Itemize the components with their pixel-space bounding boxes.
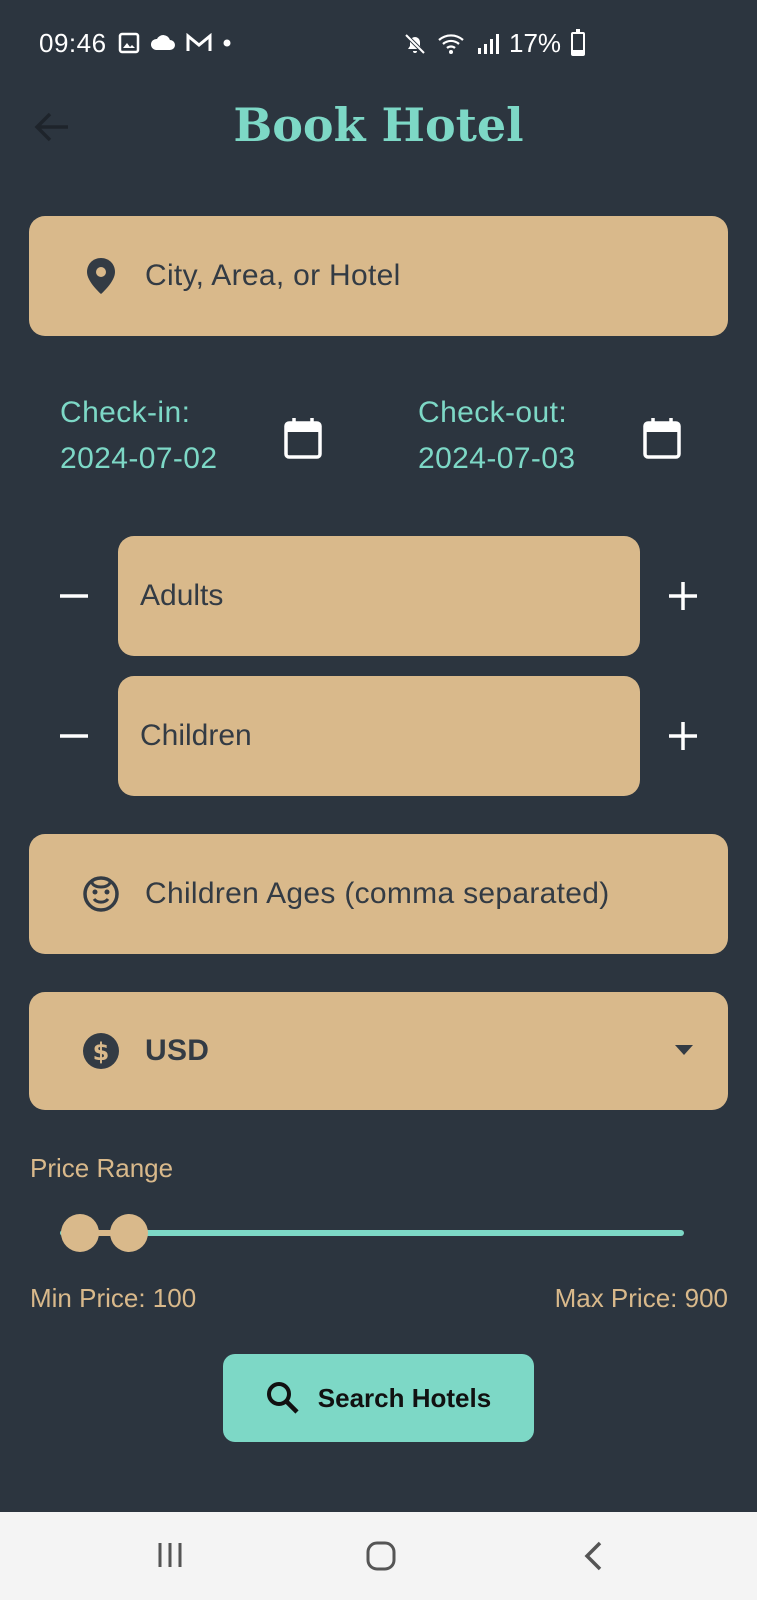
- system-nav-bar: [0, 1512, 757, 1600]
- price-slider-min-thumb[interactable]: [61, 1214, 99, 1252]
- dollar-circle-icon: $: [81, 1031, 121, 1071]
- children-ages-input[interactable]: Children Ages (comma separated): [29, 834, 728, 954]
- status-time: 09:46: [39, 28, 107, 58]
- gmail-icon: [186, 33, 212, 51]
- checkin-value: 2024-07-02: [60, 442, 218, 475]
- max-price-label: Max Price: 900: [554, 1283, 728, 1313]
- status-bar: 09:46 17%: [0, 0, 757, 92]
- price-slider-track: [60, 1230, 684, 1236]
- currency-select[interactable]: $ USD: [29, 992, 728, 1110]
- minus-icon[interactable]: [54, 716, 94, 756]
- checkout-value: 2024-07-03: [418, 442, 576, 475]
- search-icon: [266, 1382, 299, 1414]
- cloud-icon: [150, 35, 175, 50]
- children-ages-placeholder: Children Ages (comma separated): [145, 877, 610, 910]
- battery-icon: [571, 28, 586, 56]
- price-range-label: Price Range: [30, 1153, 174, 1183]
- dot-icon: [223, 39, 231, 47]
- plus-icon[interactable]: [663, 716, 703, 756]
- signal-icon: [478, 33, 499, 54]
- price-slider-max-thumb[interactable]: [110, 1214, 148, 1252]
- page-title: Book Hotel: [233, 98, 524, 152]
- battery-percent: 17%: [509, 28, 562, 58]
- child-face-icon: [81, 874, 121, 914]
- minus-icon[interactable]: [54, 576, 94, 616]
- location-placeholder: City, Area, or Hotel: [145, 259, 401, 292]
- checkout-label: Check-out:: [418, 396, 568, 429]
- adults-input[interactable]: Adults: [118, 536, 640, 656]
- image-icon: [118, 32, 140, 54]
- search-button-label: Search Hotels: [317, 1382, 492, 1413]
- search-hotels-button[interactable]: Search Hotels: [223, 1354, 534, 1442]
- mute-icon: [404, 33, 426, 54]
- back-nav-icon[interactable]: [582, 1540, 604, 1572]
- dropdown-arrow-icon: [675, 1045, 693, 1055]
- adults-label: Adults: [140, 579, 224, 612]
- min-price-label: Min Price: 100: [30, 1283, 197, 1313]
- wifi-icon: [438, 33, 464, 54]
- recent-apps-icon[interactable]: [155, 1540, 185, 1570]
- plus-icon[interactable]: [663, 576, 703, 616]
- calendar-icon[interactable]: [642, 416, 682, 460]
- children-input[interactable]: Children: [118, 676, 640, 796]
- svg-text:$: $: [93, 1038, 110, 1066]
- checkin-date[interactable]: Check-in: 2024-07-02: [60, 390, 217, 482]
- checkin-label: Check-in:: [60, 396, 191, 429]
- location-input[interactable]: City, Area, or Hotel: [29, 216, 728, 336]
- home-icon[interactable]: [365, 1540, 397, 1572]
- calendar-icon[interactable]: [283, 416, 323, 460]
- children-label: Children: [140, 719, 252, 752]
- currency-value: USD: [145, 1034, 210, 1067]
- location-pin-icon: [81, 256, 121, 296]
- checkout-date[interactable]: Check-out: 2024-07-03: [418, 390, 575, 482]
